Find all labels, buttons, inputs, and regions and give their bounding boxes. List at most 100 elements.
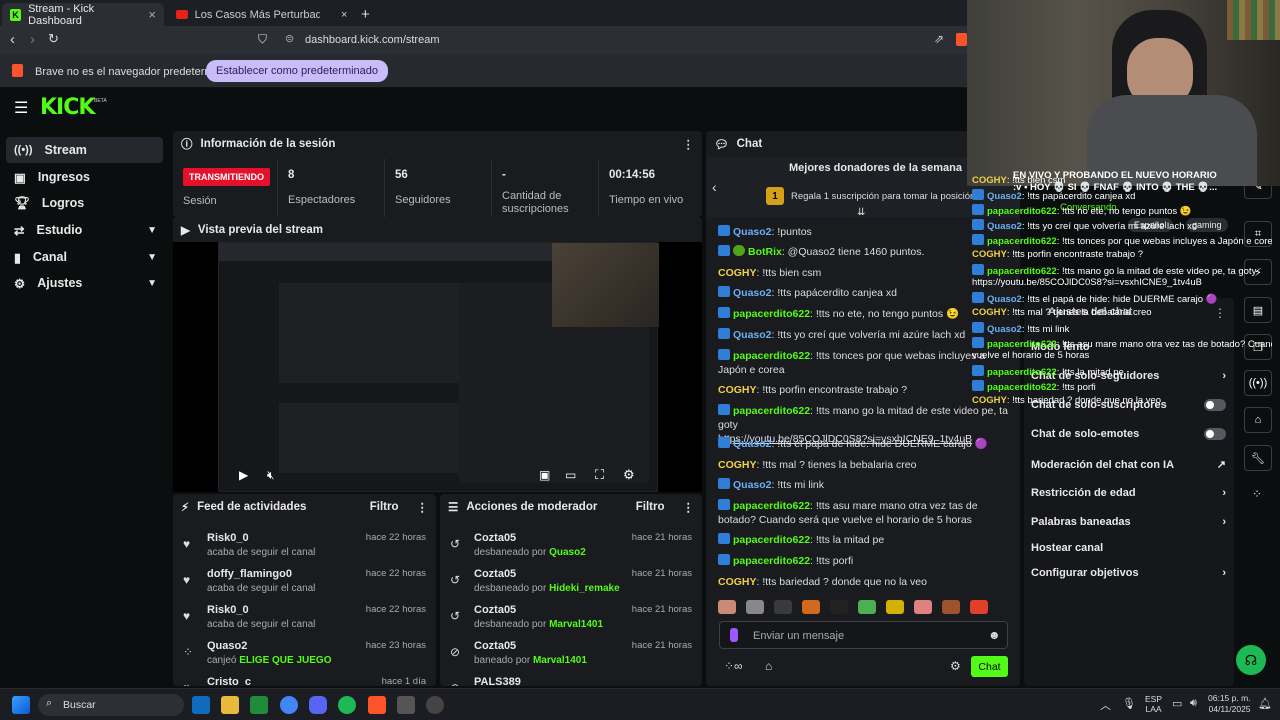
settings-icon[interactable]: ⚙	[623, 467, 635, 483]
channel-points-icon[interactable]: ⁘∞	[724, 659, 743, 673]
reload-icon[interactable]: ↻	[48, 31, 59, 47]
chat-username[interactable]: COGHY	[718, 576, 757, 588]
chat-username[interactable]: Quaso2	[733, 479, 772, 491]
more-options-icon[interactable]: ⋮	[417, 500, 429, 514]
emote-icon[interactable]	[718, 600, 736, 614]
brave-icon[interactable]	[368, 696, 386, 714]
theater-icon[interactable]: ▭	[565, 468, 576, 482]
chat-username[interactable]: Quaso2	[733, 287, 772, 299]
tag-icon[interactable]: ⌂	[1244, 407, 1272, 433]
chat-username[interactable]: COGHY	[718, 267, 757, 279]
chat-username[interactable]: papacerdito622	[733, 405, 810, 417]
kick-logo[interactable]: KICK	[40, 95, 95, 120]
set-default-button[interactable]: Establecer como predeterminado	[206, 60, 389, 82]
stream-video[interactable]: ▶ 🔇︎ ▣ ▭ ⛶ ⚙	[173, 242, 702, 492]
list-item[interactable]: ⁘ Quaso2 canjeó ELIGE QUE JUEGO hace 23 h…	[173, 638, 436, 674]
fullscreen-icon[interactable]: ⛶	[595, 467, 604, 483]
spotify-icon[interactable]	[338, 696, 356, 714]
setting-age-restriction[interactable]: Restricción de edad ›	[1031, 487, 1226, 499]
chrome-icon[interactable]	[280, 696, 298, 714]
send-chat-button[interactable]: Chat	[971, 656, 1008, 677]
menu-icon[interactable]: ☰	[14, 98, 28, 118]
chevron-up-icon[interactable]: ︿	[1100, 697, 1111, 713]
notification-icon[interactable]: 🔔︎	[1258, 697, 1272, 710]
list-item[interactable]: ↺ Cozta05 desbaneado por Quaso2 hace 21 h…	[440, 530, 702, 566]
url-field[interactable]: dashboard.kick.com/stream	[305, 34, 440, 46]
sidebar-item-ajustes[interactable]: ⚙ Ajustes ▼	[6, 270, 163, 296]
taskbar-search[interactable]: ⌕ Buscar	[38, 694, 184, 716]
chat-username[interactable]: COGHY	[718, 384, 757, 396]
play-icon[interactable]: ▶	[239, 468, 248, 482]
more-options-icon[interactable]: ⋮	[683, 137, 695, 151]
sidebar-item-estudio[interactable]: ⇄ Estudio ▼	[6, 217, 163, 243]
obs-icon[interactable]	[426, 696, 444, 714]
chat-username[interactable]: papacerdito622	[733, 350, 810, 362]
setting-ai-moderation[interactable]: Moderación del chat con IA ↗	[1031, 458, 1226, 472]
file-explorer-icon[interactable]	[221, 696, 239, 714]
setting-goals[interactable]: Configurar objetivos ›	[1031, 567, 1226, 579]
new-tab-icon[interactable]: +	[353, 3, 378, 26]
share-icon[interactable]: ⇗	[934, 32, 944, 46]
chat-username[interactable]: Quaso2	[733, 438, 772, 450]
bookmark-icon[interactable]: ⛉	[258, 32, 267, 47]
list-item[interactable]: ♥ doffy_flamingo0 acaba de seguir el cana…	[173, 566, 436, 602]
mic-icon[interactable]: 🎙︎	[1122, 697, 1136, 710]
xbox-icon[interactable]	[250, 696, 268, 714]
site-info-icon[interactable]: ⊜	[285, 32, 294, 45]
chat-username[interactable]: papacerdito622	[733, 555, 810, 567]
browser-tab-kick[interactable]: K Stream - Kick Dashboard ×	[2, 3, 164, 27]
emote-icon[interactable]	[970, 600, 988, 614]
toggle-switch[interactable]	[1204, 428, 1226, 440]
windows-start-icon[interactable]	[12, 696, 30, 714]
list-item[interactable]: ♥ Risk0_0 acaba de seguir el canal hace 2…	[173, 602, 436, 638]
emote-icon[interactable]	[746, 600, 764, 614]
brave-shield-icon[interactable]	[956, 33, 967, 46]
outlook-icon[interactable]	[192, 696, 210, 714]
emote-icon[interactable]	[886, 600, 904, 614]
headset-support-icon[interactable]: ☊	[1236, 645, 1266, 675]
emote-icon[interactable]	[858, 600, 876, 614]
chat-username[interactable]: COGHY	[718, 459, 757, 471]
app-icon[interactable]	[397, 696, 415, 714]
chat-username[interactable]: BotRix	[748, 246, 782, 258]
clock[interactable]: 06:15 p. m. 04/11/2025	[1208, 693, 1251, 715]
list-item[interactable]: ↺ Cozta05 desbaneado por Hideki_remake ha…	[440, 566, 702, 602]
mute-icon[interactable]: 🔇︎	[267, 468, 275, 483]
emoji-icon[interactable]: ☻	[988, 628, 1001, 642]
list-item[interactable]: ♥ Cristo_c hace 1 día	[173, 674, 436, 686]
browser-tab-youtube[interactable]: Los Casos Más Perturbadores De Lat	[168, 3, 328, 26]
back-icon[interactable]: ‹	[10, 31, 15, 48]
pip-icon[interactable]: ▣	[539, 468, 550, 482]
filter-button[interactable]: Filtro	[636, 501, 665, 513]
chevron-left-icon[interactable]: ‹	[712, 179, 717, 195]
setting-emotes-only[interactable]: Chat de solo-emotes	[1031, 428, 1226, 440]
more-options-icon[interactable]: ⋮	[683, 500, 695, 514]
list-item[interactable]: ♥ Risk0_0 acaba de seguir el canal hace 2…	[173, 530, 436, 566]
pinned-icon[interactable]: ⇊	[857, 207, 865, 218]
emote-icon[interactable]	[802, 600, 820, 614]
sidebar-item-logros[interactable]: 🏆︎ Logros	[6, 190, 163, 216]
filter-button[interactable]: Filtro	[370, 501, 399, 513]
sidebar-item-canal[interactable]: ▮ Canal ▼	[6, 244, 163, 270]
setting-banned-words[interactable]: Palabras baneadas ›	[1031, 516, 1226, 528]
language-indicator[interactable]: ESP LAA	[1145, 694, 1162, 714]
chat-input[interactable]: Enviar un mensaje ☻	[719, 621, 1008, 649]
chat-username[interactable]: Quaso2	[733, 226, 772, 238]
network-icon[interactable]: ▭	[1172, 697, 1182, 710]
discord-icon[interactable]	[309, 696, 327, 714]
store-icon[interactable]: ⌂	[765, 659, 772, 673]
close-tab-icon[interactable]: ×	[148, 7, 156, 22]
chat-username[interactable]: papacerdito622	[733, 500, 810, 512]
list-item[interactable]: ⊘ Cozta05 baneado por Marval1401 hace 21 …	[440, 638, 702, 674]
list-item[interactable]: ⊘ PALS389	[440, 674, 702, 686]
list-item[interactable]: ↺ Cozta05 desbaneado por Marval1401 hace …	[440, 602, 702, 638]
setting-host-channel[interactable]: Hostear canal	[1031, 542, 1226, 554]
sidebar-item-ingresos[interactable]: ▣ Ingresos	[6, 164, 163, 190]
chat-username[interactable]: papacerdito622	[733, 534, 810, 546]
chat-username[interactable]: Quaso2	[733, 329, 772, 341]
emote-icon[interactable]	[914, 600, 932, 614]
chat-settings-icon[interactable]: ⚙	[950, 659, 961, 673]
emote-icon[interactable]	[774, 600, 792, 614]
sidebar-item-stream[interactable]: ((•)) Stream	[6, 137, 163, 163]
points-icon[interactable]: ⁘	[1252, 487, 1262, 501]
